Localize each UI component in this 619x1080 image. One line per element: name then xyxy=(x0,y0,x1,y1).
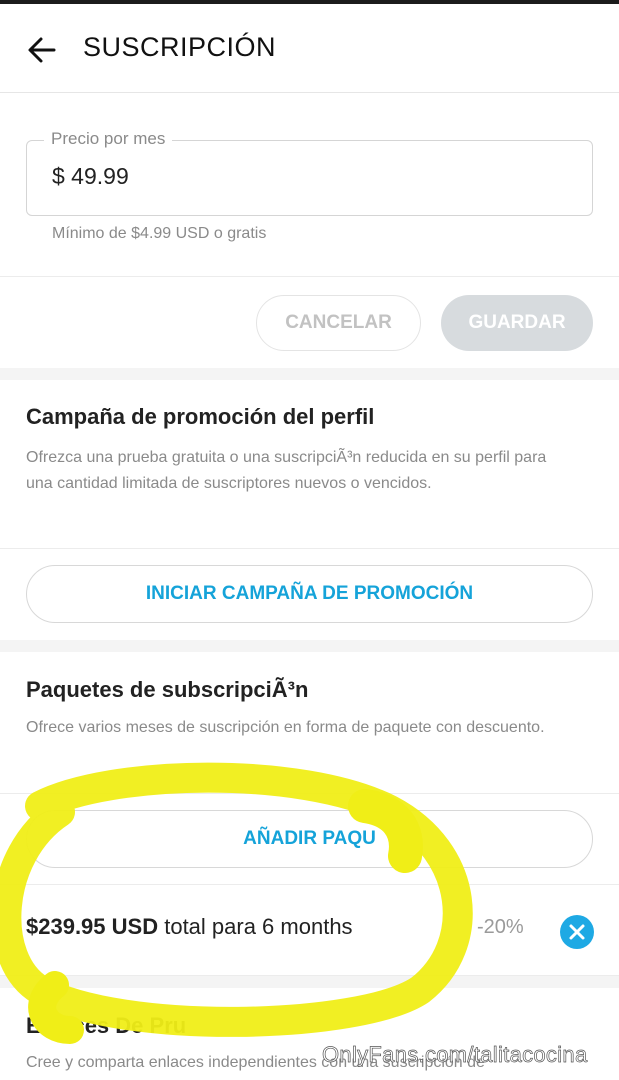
bundle-text: total para 6 months xyxy=(164,914,353,939)
price-field-label: Precio por mes xyxy=(44,129,173,149)
bundles-title: Paquetes de subscripciÃ³n xyxy=(26,677,309,702)
arrow-left-icon xyxy=(28,37,56,63)
price-input-value[interactable]: $ 49.99 xyxy=(52,163,129,190)
divider xyxy=(0,548,619,549)
watermark: OnlyFans.com/talitacocina xyxy=(322,1042,588,1068)
app-header: SUSCRIPCIÓN xyxy=(0,4,619,93)
divider xyxy=(0,793,619,794)
add-bundle-button[interactable]: AÑADIR PAQU xyxy=(26,810,593,868)
bundle-price: $239.95 USD xyxy=(26,914,159,939)
links-title: Enlaces De Pru xyxy=(26,1013,187,1038)
bundle-item: $239.95 USD total para 6 months xyxy=(26,914,353,940)
section-separator xyxy=(0,368,619,380)
promo-title: Campaña de promoción del perfil xyxy=(26,404,375,429)
section-separator xyxy=(0,640,619,652)
divider xyxy=(0,276,619,277)
section-separator xyxy=(0,976,619,988)
divider xyxy=(0,884,619,885)
promo-description: Ofrezca una prueba gratuita o una suscri… xyxy=(26,449,547,492)
bundle-discount: -20% xyxy=(477,916,524,938)
back-button[interactable] xyxy=(26,34,58,66)
remove-bundle-button[interactable] xyxy=(560,915,594,949)
save-button[interactable]: GUARDAR xyxy=(441,295,593,351)
start-promo-button[interactable]: INICIAR CAMPAÑA DE PROMOCIÓN xyxy=(26,565,593,623)
close-icon xyxy=(569,924,585,940)
bundles-description: Ofrece varios meses de suscripción en fo… xyxy=(26,719,545,736)
page-title: SUSCRIPCIÓN xyxy=(83,32,277,62)
cancel-button[interactable]: CANCELAR xyxy=(256,295,421,351)
price-hint: Mínimo de $4.99 USD o gratis xyxy=(52,225,267,242)
